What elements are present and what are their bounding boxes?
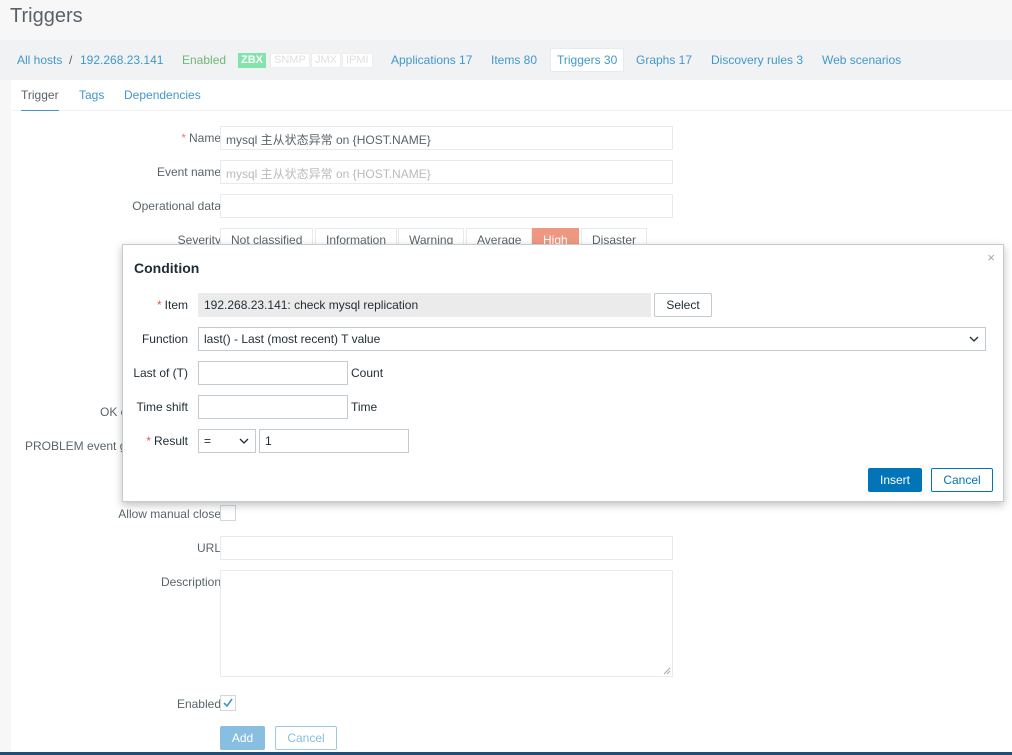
result-label-text: Result bbox=[153, 434, 188, 448]
chevron-down-icon bbox=[239, 438, 249, 444]
result-value-input[interactable]: 1 bbox=[259, 429, 409, 453]
close-icon[interactable]: × bbox=[987, 250, 995, 265]
select-item-button[interactable]: Select bbox=[654, 293, 712, 317]
time-shift-input[interactable] bbox=[198, 395, 348, 419]
chevron-down-icon bbox=[969, 336, 979, 342]
item-label: * Item bbox=[157, 298, 188, 312]
function-value: last() - Last (most recent) T value bbox=[204, 332, 381, 346]
function-select[interactable]: last() - Last (most recent) T value bbox=[198, 327, 986, 351]
dialog-cancel-button[interactable]: Cancel bbox=[931, 468, 993, 492]
condition-dialog: Condition × * Item 192.268.23.141: check … bbox=[122, 244, 1004, 502]
insert-button[interactable]: Insert bbox=[868, 468, 922, 492]
last-of-label: Last of (T) bbox=[133, 366, 188, 380]
last-of-input[interactable] bbox=[198, 361, 348, 385]
time-shift-unit: Time bbox=[351, 400, 378, 414]
result-label: * Result bbox=[146, 434, 188, 448]
result-operator-value: = bbox=[204, 434, 212, 448]
result-operator-select[interactable]: = bbox=[198, 429, 256, 453]
required-marker: * bbox=[146, 434, 151, 448]
function-label: Function bbox=[141, 332, 188, 346]
item-label-text: Item bbox=[164, 298, 188, 312]
last-of-unit: Count bbox=[351, 366, 384, 380]
required-marker: * bbox=[156, 298, 162, 312]
time-shift-label: Time shift bbox=[136, 400, 188, 414]
dialog-title: Condition bbox=[134, 260, 200, 276]
item-input: 192.268.23.141: check mysql replication bbox=[198, 293, 651, 317]
